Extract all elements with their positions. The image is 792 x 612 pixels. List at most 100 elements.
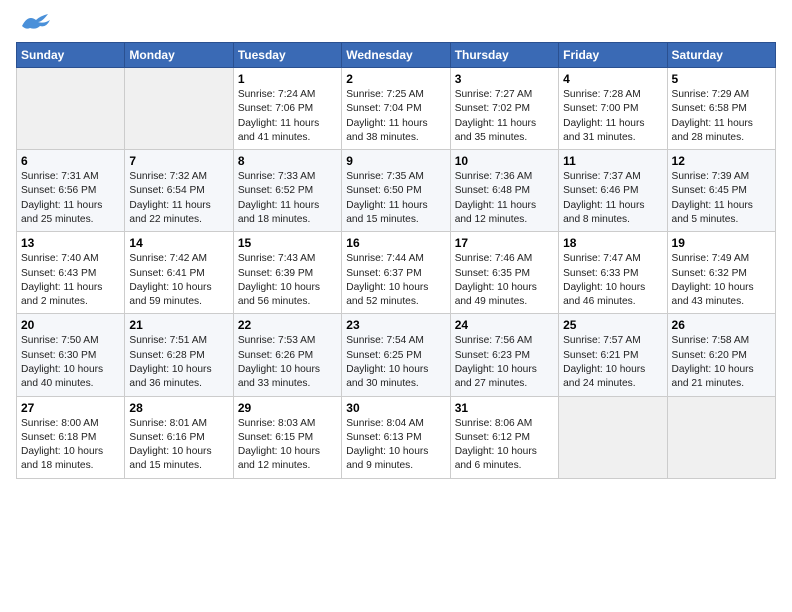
day-number: 27 [21, 401, 120, 415]
sunrise-label: Sunrise: 7:25 AM [346, 89, 424, 100]
sunrise-label: Sunrise: 7:37 AM [563, 171, 641, 182]
day-detail: Sunrise: 7:46 AM Sunset: 6:35 PM Dayligh… [455, 252, 554, 309]
daylight-label: Daylight: 11 hours and 12 minutes. [455, 200, 536, 225]
day-detail: Sunrise: 7:42 AM Sunset: 6:41 PM Dayligh… [129, 252, 228, 309]
sunset-label: Sunset: 6:45 PM [672, 185, 747, 196]
day-detail: Sunrise: 7:28 AM Sunset: 7:00 PM Dayligh… [563, 88, 662, 145]
sunrise-label: Sunrise: 7:54 AM [346, 335, 424, 346]
day-number: 8 [238, 154, 337, 168]
daylight-label: Daylight: 10 hours and 46 minutes. [563, 282, 645, 307]
calendar-cell: 21 Sunrise: 7:51 AM Sunset: 6:28 PM Dayl… [125, 314, 233, 396]
day-detail: Sunrise: 7:33 AM Sunset: 6:52 PM Dayligh… [238, 170, 337, 227]
sunset-label: Sunset: 6:30 PM [21, 350, 96, 361]
daylight-label: Daylight: 10 hours and 49 minutes. [455, 282, 537, 307]
calendar-week-row: 6 Sunrise: 7:31 AM Sunset: 6:56 PM Dayli… [17, 150, 776, 232]
day-detail: Sunrise: 8:06 AM Sunset: 6:12 PM Dayligh… [455, 417, 554, 474]
sunrise-label: Sunrise: 8:01 AM [129, 418, 207, 429]
day-number: 15 [238, 236, 337, 250]
sunset-label: Sunset: 6:48 PM [455, 185, 530, 196]
sunset-label: Sunset: 6:33 PM [563, 268, 638, 279]
day-number: 2 [346, 72, 445, 86]
daylight-label: Daylight: 10 hours and 27 minutes. [455, 364, 537, 389]
sunset-label: Sunset: 6:16 PM [129, 432, 204, 443]
calendar-cell: 15 Sunrise: 7:43 AM Sunset: 6:39 PM Dayl… [233, 232, 341, 314]
sunset-label: Sunset: 6:52 PM [238, 185, 313, 196]
sunrise-label: Sunrise: 7:47 AM [563, 253, 641, 264]
day-number: 20 [21, 318, 120, 332]
sunset-label: Sunset: 7:04 PM [346, 103, 421, 114]
sunrise-label: Sunrise: 8:06 AM [455, 418, 533, 429]
sunset-label: Sunset: 6:23 PM [455, 350, 530, 361]
sunset-label: Sunset: 6:37 PM [346, 268, 421, 279]
day-detail: Sunrise: 7:35 AM Sunset: 6:50 PM Dayligh… [346, 170, 445, 227]
page-header [16, 16, 776, 34]
sunset-label: Sunset: 6:15 PM [238, 432, 313, 443]
calendar-cell: 23 Sunrise: 7:54 AM Sunset: 6:25 PM Dayl… [342, 314, 450, 396]
calendar-cell: 9 Sunrise: 7:35 AM Sunset: 6:50 PM Dayli… [342, 150, 450, 232]
day-detail: Sunrise: 8:04 AM Sunset: 6:13 PM Dayligh… [346, 417, 445, 474]
calendar-cell [559, 396, 667, 478]
day-number: 30 [346, 401, 445, 415]
calendar-week-row: 27 Sunrise: 8:00 AM Sunset: 6:18 PM Dayl… [17, 396, 776, 478]
sunrise-label: Sunrise: 7:24 AM [238, 89, 316, 100]
col-header-tuesday: Tuesday [233, 43, 341, 68]
day-number: 17 [455, 236, 554, 250]
sunrise-label: Sunrise: 7:51 AM [129, 335, 207, 346]
day-number: 28 [129, 401, 228, 415]
calendar-cell: 1 Sunrise: 7:24 AM Sunset: 7:06 PM Dayli… [233, 68, 341, 150]
daylight-label: Daylight: 11 hours and 22 minutes. [129, 200, 210, 225]
day-detail: Sunrise: 8:03 AM Sunset: 6:15 PM Dayligh… [238, 417, 337, 474]
calendar-cell: 29 Sunrise: 8:03 AM Sunset: 6:15 PM Dayl… [233, 396, 341, 478]
daylight-label: Daylight: 10 hours and 21 minutes. [672, 364, 754, 389]
day-detail: Sunrise: 7:31 AM Sunset: 6:56 PM Dayligh… [21, 170, 120, 227]
calendar-cell [125, 68, 233, 150]
sunset-label: Sunset: 6:46 PM [563, 185, 638, 196]
sunrise-label: Sunrise: 8:04 AM [346, 418, 424, 429]
daylight-label: Daylight: 10 hours and 56 minutes. [238, 282, 320, 307]
day-detail: Sunrise: 7:57 AM Sunset: 6:21 PM Dayligh… [563, 334, 662, 391]
day-number: 31 [455, 401, 554, 415]
day-number: 11 [563, 154, 662, 168]
daylight-label: Daylight: 11 hours and 15 minutes. [346, 200, 427, 225]
daylight-label: Daylight: 10 hours and 15 minutes. [129, 446, 211, 471]
day-number: 1 [238, 72, 337, 86]
sunrise-label: Sunrise: 7:36 AM [455, 171, 533, 182]
day-number: 5 [672, 72, 771, 86]
sunset-label: Sunset: 6:32 PM [672, 268, 747, 279]
day-detail: Sunrise: 7:36 AM Sunset: 6:48 PM Dayligh… [455, 170, 554, 227]
sunset-label: Sunset: 6:13 PM [346, 432, 421, 443]
calendar-cell: 16 Sunrise: 7:44 AM Sunset: 6:37 PM Dayl… [342, 232, 450, 314]
calendar-cell: 12 Sunrise: 7:39 AM Sunset: 6:45 PM Dayl… [667, 150, 775, 232]
day-detail: Sunrise: 7:54 AM Sunset: 6:25 PM Dayligh… [346, 334, 445, 391]
calendar-cell: 5 Sunrise: 7:29 AM Sunset: 6:58 PM Dayli… [667, 68, 775, 150]
sunset-label: Sunset: 6:12 PM [455, 432, 530, 443]
col-header-thursday: Thursday [450, 43, 558, 68]
calendar-cell: 30 Sunrise: 8:04 AM Sunset: 6:13 PM Dayl… [342, 396, 450, 478]
daylight-label: Daylight: 10 hours and 6 minutes. [455, 446, 537, 471]
calendar-cell: 14 Sunrise: 7:42 AM Sunset: 6:41 PM Dayl… [125, 232, 233, 314]
sunrise-label: Sunrise: 7:49 AM [672, 253, 750, 264]
daylight-label: Daylight: 11 hours and 18 minutes. [238, 200, 319, 225]
day-detail: Sunrise: 7:51 AM Sunset: 6:28 PM Dayligh… [129, 334, 228, 391]
day-detail: Sunrise: 7:58 AM Sunset: 6:20 PM Dayligh… [672, 334, 771, 391]
day-detail: Sunrise: 7:25 AM Sunset: 7:04 PM Dayligh… [346, 88, 445, 145]
day-number: 14 [129, 236, 228, 250]
sunrise-label: Sunrise: 7:35 AM [346, 171, 424, 182]
day-detail: Sunrise: 7:50 AM Sunset: 6:30 PM Dayligh… [21, 334, 120, 391]
day-number: 6 [21, 154, 120, 168]
daylight-label: Daylight: 10 hours and 12 minutes. [238, 446, 320, 471]
calendar-cell: 20 Sunrise: 7:50 AM Sunset: 6:30 PM Dayl… [17, 314, 125, 396]
day-number: 18 [563, 236, 662, 250]
calendar-cell: 19 Sunrise: 7:49 AM Sunset: 6:32 PM Dayl… [667, 232, 775, 314]
day-number: 10 [455, 154, 554, 168]
sunrise-label: Sunrise: 7:33 AM [238, 171, 316, 182]
calendar-cell: 11 Sunrise: 7:37 AM Sunset: 6:46 PM Dayl… [559, 150, 667, 232]
sunset-label: Sunset: 7:02 PM [455, 103, 530, 114]
daylight-label: Daylight: 11 hours and 35 minutes. [455, 118, 536, 143]
daylight-label: Daylight: 11 hours and 25 minutes. [21, 200, 102, 225]
sunrise-label: Sunrise: 7:27 AM [455, 89, 533, 100]
day-detail: Sunrise: 7:39 AM Sunset: 6:45 PM Dayligh… [672, 170, 771, 227]
calendar-cell [17, 68, 125, 150]
daylight-label: Daylight: 10 hours and 33 minutes. [238, 364, 320, 389]
sunset-label: Sunset: 6:54 PM [129, 185, 204, 196]
